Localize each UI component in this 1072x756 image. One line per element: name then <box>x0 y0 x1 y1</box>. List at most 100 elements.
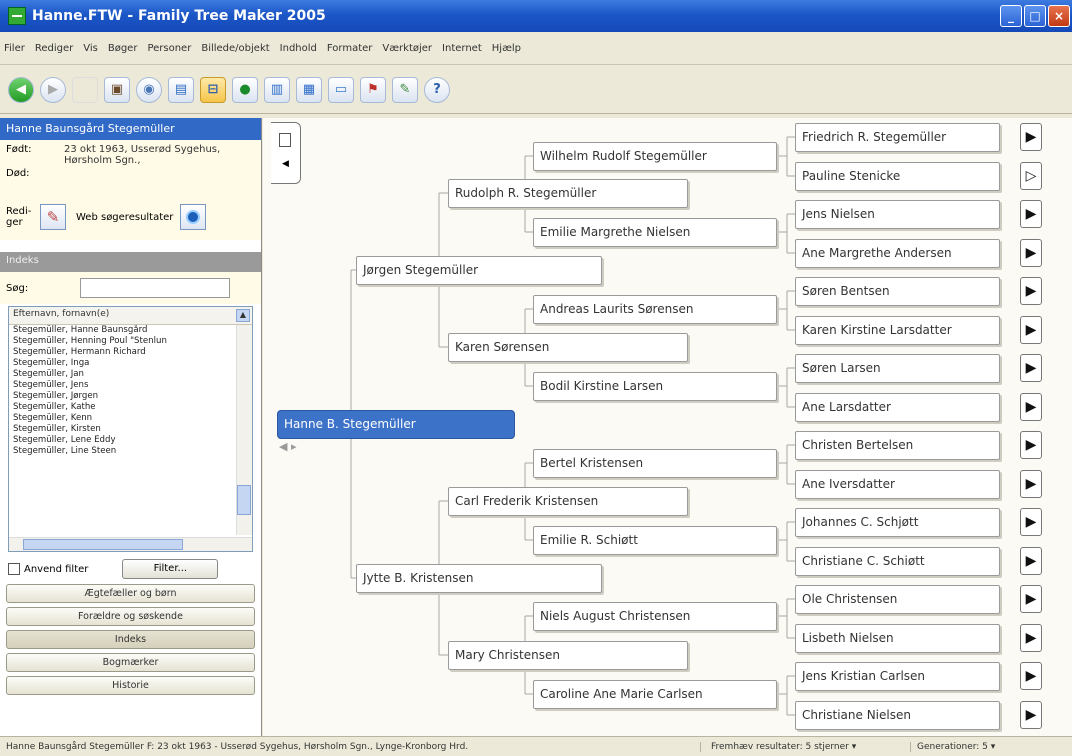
expand-arrow-icon[interactable]: ▶ <box>1020 662 1042 690</box>
panel-toggle-tab[interactable]: ◀ <box>271 122 301 184</box>
minimize-button[interactable]: _ <box>1000 5 1022 27</box>
status-results[interactable]: Fremhæv resultater: 5 stjerner ▾ <box>700 741 910 752</box>
search-input[interactable] <box>80 278 231 298</box>
person-box-grandparent[interactable]: Rudolph R. Stegemüller <box>448 179 688 208</box>
name-list-item[interactable]: Stegemüller, Jens <box>9 380 235 391</box>
person-box-grandparent[interactable]: Mary Christensen <box>448 641 688 670</box>
person-box-gg-grandparent[interactable]: Friedrich R. Stegemüller <box>795 123 1000 152</box>
expand-arrow-icon[interactable]: ▶ <box>1020 431 1042 459</box>
expand-arrow-icon[interactable]: ▶ <box>1020 701 1042 729</box>
menu-filer[interactable]: Filer <box>4 43 25 54</box>
menu-vis[interactable]: Vis <box>83 43 98 54</box>
scroll-up-icon[interactable]: ▲ <box>236 309 250 322</box>
name-list-item[interactable]: Stegemüller, Hanne Baunsgård <box>9 325 235 336</box>
edit-pencil-icon[interactable]: ✎ <box>40 204 66 230</box>
vertical-scrollbar[interactable] <box>236 325 252 535</box>
person-box-grandparent[interactable]: Karen Sørensen <box>448 333 688 362</box>
person-box-gg-grandparent[interactable]: Christiane C. Schiøtt <box>795 547 1000 576</box>
horizontal-scrollbar[interactable] <box>9 537 252 551</box>
name-list-item[interactable]: Stegemüller, Line Steen <box>9 446 235 457</box>
menu-formater[interactable]: Formater <box>327 43 373 54</box>
use-filter-checkbox[interactable] <box>8 563 20 575</box>
index-button[interactable]: Indeks <box>6 630 255 649</box>
expand-arrow-icon[interactable]: ▶ <box>1020 277 1042 305</box>
person-box-gg-grandparent[interactable]: Pauline Stenicke <box>795 162 1000 191</box>
name-list-item[interactable]: Stegemüller, Jørgen <box>9 391 235 402</box>
expand-arrow-icon[interactable]: ▶ <box>1020 508 1042 536</box>
folder-icon[interactable]: ▭ <box>328 76 354 103</box>
globe-icon[interactable]: ◉ <box>136 76 162 103</box>
person-box-grandparent[interactable]: Carl Frederik Kristensen <box>448 487 688 516</box>
scroll-thumb[interactable] <box>237 485 251 515</box>
flag-icon[interactable]: ⚑ <box>360 76 386 103</box>
history-button[interactable]: Historie <box>6 676 255 695</box>
name-list-item[interactable]: Stegemüller, Kathe <box>9 402 235 413</box>
tools-icon[interactable]: ✎ <box>392 76 418 103</box>
person-box-great-grandparent[interactable]: Emilie Margrethe Nielsen <box>533 218 777 247</box>
name-list-item[interactable]: Stegemüller, Henning Poul "Stenlun <box>9 336 235 347</box>
person-box-great-grandparent[interactable]: Caroline Ane Marie Carlsen <box>533 680 777 709</box>
parents-siblings-button[interactable]: Forældre og søskende <box>6 607 255 626</box>
menu-vaerktojer[interactable]: Værktøjer <box>382 43 432 54</box>
bookmarks-button[interactable]: Bogmærker <box>6 653 255 672</box>
person-box-parent[interactable]: Jørgen Stegemüller <box>356 256 602 285</box>
expand-arrow-icon[interactable]: ▶ <box>1020 393 1042 421</box>
menu-billede[interactable]: Billede/objekt <box>201 43 269 54</box>
person-box-great-grandparent[interactable]: Emilie R. Schiøtt <box>533 526 777 555</box>
person-box-great-grandparent[interactable]: Bodil Kirstine Larsen <box>533 372 777 401</box>
person-box-gg-grandparent[interactable]: Christiane Nielsen <box>795 701 1000 730</box>
person-box-gg-grandparent[interactable]: Søren Larsen <box>795 354 1000 383</box>
person-box-gg-grandparent[interactable]: Ane Larsdatter <box>795 393 1000 422</box>
person-box-gg-grandparent[interactable]: Ane Iversdatter <box>795 470 1000 499</box>
maximize-button[interactable]: □ <box>1024 5 1046 27</box>
search-web-icon[interactable]: ● <box>232 76 258 103</box>
expand-arrow-icon[interactable]: ▶ <box>1020 239 1042 267</box>
help-icon[interactable]: ? <box>424 76 450 103</box>
pedigree-view-icon[interactable]: ⊟ <box>200 76 226 103</box>
person-box-great-grandparent[interactable]: Niels August Christensen <box>533 602 777 631</box>
expand-arrow-icon[interactable]: ▷ <box>1020 162 1042 190</box>
person-box-great-grandparent[interactable]: Andreas Laurits Sørensen <box>533 295 777 324</box>
menu-boger[interactable]: Bøger <box>108 43 138 54</box>
name-list-item[interactable]: Stegemüller, Jan <box>9 369 235 380</box>
person-box-gg-grandparent[interactable]: Jens Nielsen <box>795 200 1000 229</box>
name-column-header[interactable]: Efternavn, fornavn(e) ▲ <box>9 307 252 325</box>
forward-icon[interactable]: ▶ <box>40 76 66 103</box>
horizontal-scroll-thumb[interactable] <box>23 539 183 550</box>
person-box-gg-grandparent[interactable]: Jens Kristian Carlsen <box>795 662 1000 691</box>
person-box-gg-grandparent[interactable]: Johannes C. Schjøtt <box>795 508 1000 537</box>
person-box-gg-grandparent[interactable]: Søren Bentsen <box>795 277 1000 306</box>
person-box-gg-grandparent[interactable]: Ane Margrethe Andersen <box>795 239 1000 268</box>
menu-personer[interactable]: Personer <box>147 43 191 54</box>
expand-arrow-icon[interactable]: ▶ <box>1020 547 1042 575</box>
person-box-gg-grandparent[interactable]: Karen Kirstine Larsdatter <box>795 316 1000 345</box>
expand-arrow-icon[interactable]: ▶ <box>1020 200 1042 228</box>
menu-rediger[interactable]: Rediger <box>35 43 73 54</box>
book-icon[interactable]: ▦ <box>296 76 322 103</box>
spouses-children-button[interactable]: Ægtefæller og børn <box>6 584 255 603</box>
person-box-great-grandparent[interactable]: Bertel Kristensen <box>533 449 777 478</box>
expand-arrow-icon[interactable]: ▶ <box>1020 123 1042 151</box>
person-box-parent[interactable]: Jytte B. Kristensen <box>356 564 602 593</box>
menu-indhold[interactable]: Indhold <box>280 43 317 54</box>
image-icon[interactable]: ▣ <box>104 76 130 103</box>
person-box-gg-grandparent[interactable]: Christen Bertelsen <box>795 431 1000 460</box>
person-box-gg-grandparent[interactable]: Ole Christensen <box>795 585 1000 614</box>
expand-arrow-icon[interactable]: ▶ <box>1020 316 1042 344</box>
name-list-item[interactable]: Stegemüller, Kirsten <box>9 424 235 435</box>
report-icon[interactable]: ▥ <box>264 76 290 103</box>
person-box-root[interactable]: Hanne B. Stegemüller <box>277 410 515 439</box>
close-button[interactable]: × <box>1048 5 1070 27</box>
name-list-item[interactable]: Stegemüller, Lene Eddy <box>9 435 235 446</box>
person-box-great-grandparent[interactable]: Wilhelm Rudolf Stegemüller <box>533 142 777 171</box>
expand-arrow-icon[interactable]: ▶ <box>1020 470 1042 498</box>
expand-arrow-icon[interactable]: ▶ <box>1020 354 1042 382</box>
name-list-item[interactable]: Stegemüller, Inga <box>9 358 235 369</box>
web-search-button[interactable] <box>180 204 206 230</box>
expand-arrow-icon[interactable]: ▶ <box>1020 585 1042 613</box>
status-generations[interactable]: Generationer: 5 ▾ <box>910 741 995 752</box>
family-view-icon[interactable]: ▤ <box>168 76 194 103</box>
menu-internet[interactable]: Internet <box>442 43 482 54</box>
person-box-gg-grandparent[interactable]: Lisbeth Nielsen <box>795 624 1000 653</box>
name-list-item[interactable]: Stegemüller, Kenn <box>9 413 235 424</box>
